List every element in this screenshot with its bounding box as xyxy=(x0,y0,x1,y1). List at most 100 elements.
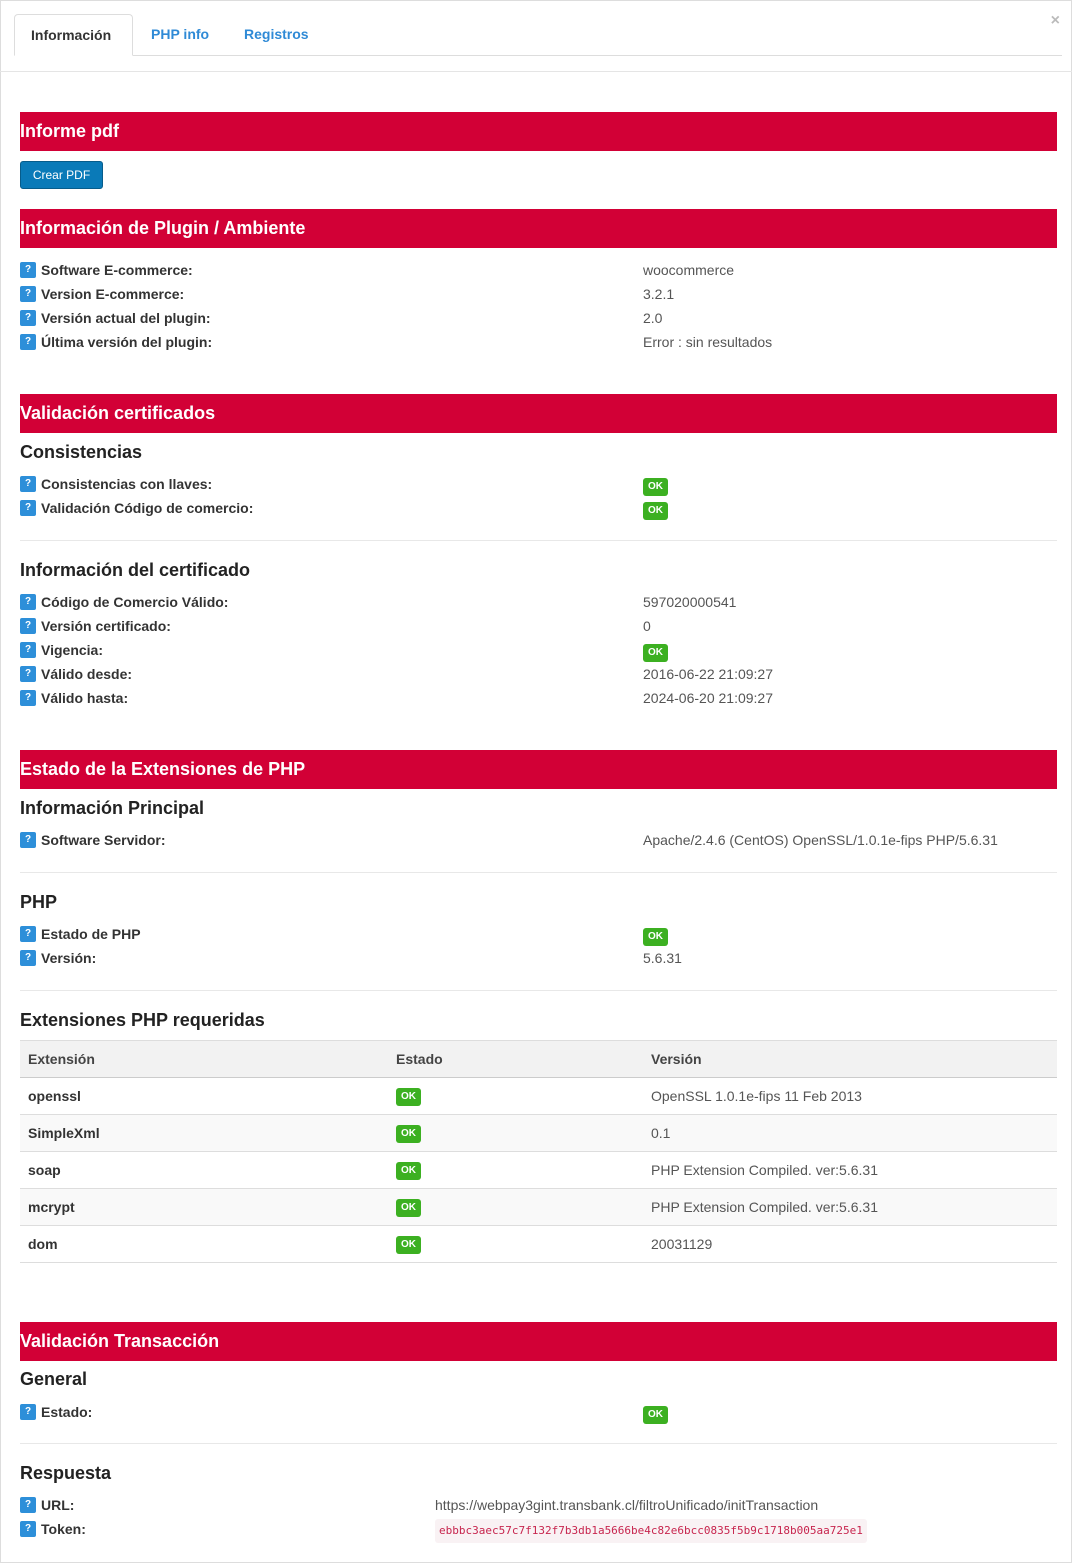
help-icon[interactable]: ? xyxy=(20,594,36,610)
extension-name: soap xyxy=(20,1151,388,1189)
help-icon[interactable]: ? xyxy=(20,642,36,658)
help-icon[interactable]: ? xyxy=(20,1521,36,1537)
row-value: 3.2.1 xyxy=(643,286,675,302)
ok-badge: OK xyxy=(643,928,668,946)
row-value: 5.6.31 xyxy=(643,950,682,966)
section-plugin-ambiente: Información de Plugin / Ambiente xyxy=(20,209,1057,248)
info-row: ? Vigencia: OK xyxy=(20,640,1057,662)
help-icon[interactable]: ? xyxy=(20,476,36,492)
row-value: 2016-06-22 21:09:27 xyxy=(643,666,773,682)
divider xyxy=(20,990,1057,991)
help-icon[interactable]: ? xyxy=(20,950,36,966)
ok-badge: OK xyxy=(396,1236,421,1254)
extension-version: 0.1 xyxy=(643,1114,1057,1152)
table-header-row: Extensión Estado Versión xyxy=(20,1040,1057,1078)
tab-informacion[interactable]: Información xyxy=(14,14,133,56)
column-header: Estado xyxy=(388,1040,643,1078)
help-icon[interactable]: ? xyxy=(20,310,36,326)
ok-badge: OK xyxy=(643,644,668,662)
heading-info-certificado: Información del certificado xyxy=(20,560,251,580)
row-label: Código de Comercio Válido: xyxy=(41,594,229,610)
help-icon[interactable]: ? xyxy=(20,618,36,634)
info-row: ? Validación Código de comercio: OK xyxy=(20,498,1057,520)
info-row: ? Válido hasta: 2024-06-20 21:09:27 xyxy=(20,688,1057,708)
tab-bar: Información PHP info Registros × xyxy=(0,0,1072,72)
section-informe-pdf: Informe pdf xyxy=(20,112,1057,151)
row-value: Apache/2.4.6 (CentOS) OpenSSL/1.0.1e-fip… xyxy=(643,832,998,848)
divider xyxy=(20,540,1057,541)
row-label: Software Servidor: xyxy=(41,832,166,848)
table-row: SimpleXml OK 0.1 xyxy=(20,1114,1057,1152)
extension-name: mcrypt xyxy=(20,1188,388,1226)
row-label: Versión certificado: xyxy=(41,618,171,634)
info-row: ? Estado: OK xyxy=(20,1402,1057,1424)
row-label: Estado: xyxy=(41,1404,93,1420)
help-icon[interactable]: ? xyxy=(20,1404,36,1420)
extensions-table: Extensión Estado Versión openssl OK Open… xyxy=(20,1040,1057,1263)
extension-name: SimpleXml xyxy=(20,1114,388,1152)
row-label: Estado de PHP xyxy=(41,926,141,942)
help-icon[interactable]: ? xyxy=(20,286,36,302)
info-row: ? Versión actual del plugin: 2.0 xyxy=(20,308,1057,328)
row-label: Última versión del plugin: xyxy=(41,334,213,350)
info-row: ? URL: https://webpay3gint.transbank.cl/… xyxy=(20,1495,1057,1515)
help-icon[interactable]: ? xyxy=(20,832,36,848)
ok-badge: OK xyxy=(643,478,668,496)
section-validacion-certificados: Validación certificados xyxy=(20,394,1057,433)
help-icon[interactable]: ? xyxy=(20,262,36,278)
info-row: ? Token: ebbbc3aec57c7f132f7b3db1a5666be… xyxy=(20,1519,1057,1543)
extension-version: PHP Extension Compiled. ver:5.6.31 xyxy=(643,1151,1057,1189)
table-row: openssl OK OpenSSL 1.0.1e-fips 11 Feb 20… xyxy=(20,1077,1057,1115)
help-icon[interactable]: ? xyxy=(20,334,36,350)
extension-version: 20031129 xyxy=(643,1225,1057,1263)
ok-badge: OK xyxy=(396,1199,421,1217)
info-row: ? Versión certificado: 0 xyxy=(20,616,1057,636)
section-validacion-transaccion: Validación Transacción xyxy=(20,1322,1057,1361)
close-icon[interactable]: × xyxy=(1051,12,1060,30)
ok-badge: OK xyxy=(396,1162,421,1180)
response-token: ebbbc3aec57c7f132f7b3db1a5666be4c82e6bcc… xyxy=(435,1519,867,1543)
info-row: ? Consistencias con llaves: OK xyxy=(20,474,1057,496)
row-label: Válido hasta: xyxy=(41,690,129,706)
column-header: Extensión xyxy=(20,1040,388,1078)
divider xyxy=(20,1443,1057,1444)
info-row: ? Válido desde: 2016-06-22 21:09:27 xyxy=(20,664,1057,684)
row-label: Version E-commerce: xyxy=(41,286,185,302)
help-icon[interactable]: ? xyxy=(20,500,36,516)
help-icon[interactable]: ? xyxy=(20,1497,36,1513)
help-icon[interactable]: ? xyxy=(20,666,36,682)
row-label: Validación Código de comercio: xyxy=(41,500,254,516)
tab-registros[interactable]: Registros xyxy=(228,14,325,56)
info-row: ? Software E-commerce: woocommerce xyxy=(20,260,1057,280)
help-icon[interactable]: ? xyxy=(20,690,36,706)
ok-badge: OK xyxy=(643,502,668,520)
heading-info-principal: Información Principal xyxy=(20,798,205,818)
create-pdf-button[interactable]: Crear PDF xyxy=(20,161,103,189)
row-label: Token: xyxy=(41,1521,86,1537)
extension-name: openssl xyxy=(20,1077,388,1115)
row-label: URL: xyxy=(41,1497,75,1513)
row-value: 2024-06-20 21:09:27 xyxy=(643,690,773,706)
row-value: 2.0 xyxy=(643,310,663,326)
ok-badge: OK xyxy=(643,1406,668,1424)
heading-consistencias: Consistencias xyxy=(20,442,143,462)
info-row: ? Version E-commerce: 3.2.1 xyxy=(20,284,1057,304)
heading-general: General xyxy=(20,1369,88,1389)
tab-php-info[interactable]: PHP info xyxy=(135,14,225,56)
extension-version: OpenSSL 1.0.1e-fips 11 Feb 2013 xyxy=(643,1077,1057,1115)
response-url: https://webpay3gint.transbank.cl/filtroU… xyxy=(435,1497,819,1513)
help-icon[interactable]: ? xyxy=(20,926,36,942)
ok-badge: OK xyxy=(396,1125,421,1143)
table-row: soap OK PHP Extension Compiled. ver:5.6.… xyxy=(20,1151,1057,1189)
info-row: ? Versión: 5.6.31 xyxy=(20,948,1057,968)
row-label: Versión: xyxy=(41,950,97,966)
row-value: 597020000541 xyxy=(643,594,737,610)
info-row: ? Software Servidor: Apache/2.4.6 (CentO… xyxy=(20,830,1057,850)
table-row: dom OK 20031129 xyxy=(20,1225,1057,1263)
heading-respuesta: Respuesta xyxy=(20,1463,112,1483)
row-label: Válido desde: xyxy=(41,666,133,682)
extension-name: dom xyxy=(20,1225,388,1263)
row-label: Consistencias con llaves: xyxy=(41,476,213,492)
ok-badge: OK xyxy=(396,1088,421,1106)
info-row: ? Estado de PHP OK xyxy=(20,924,1057,946)
